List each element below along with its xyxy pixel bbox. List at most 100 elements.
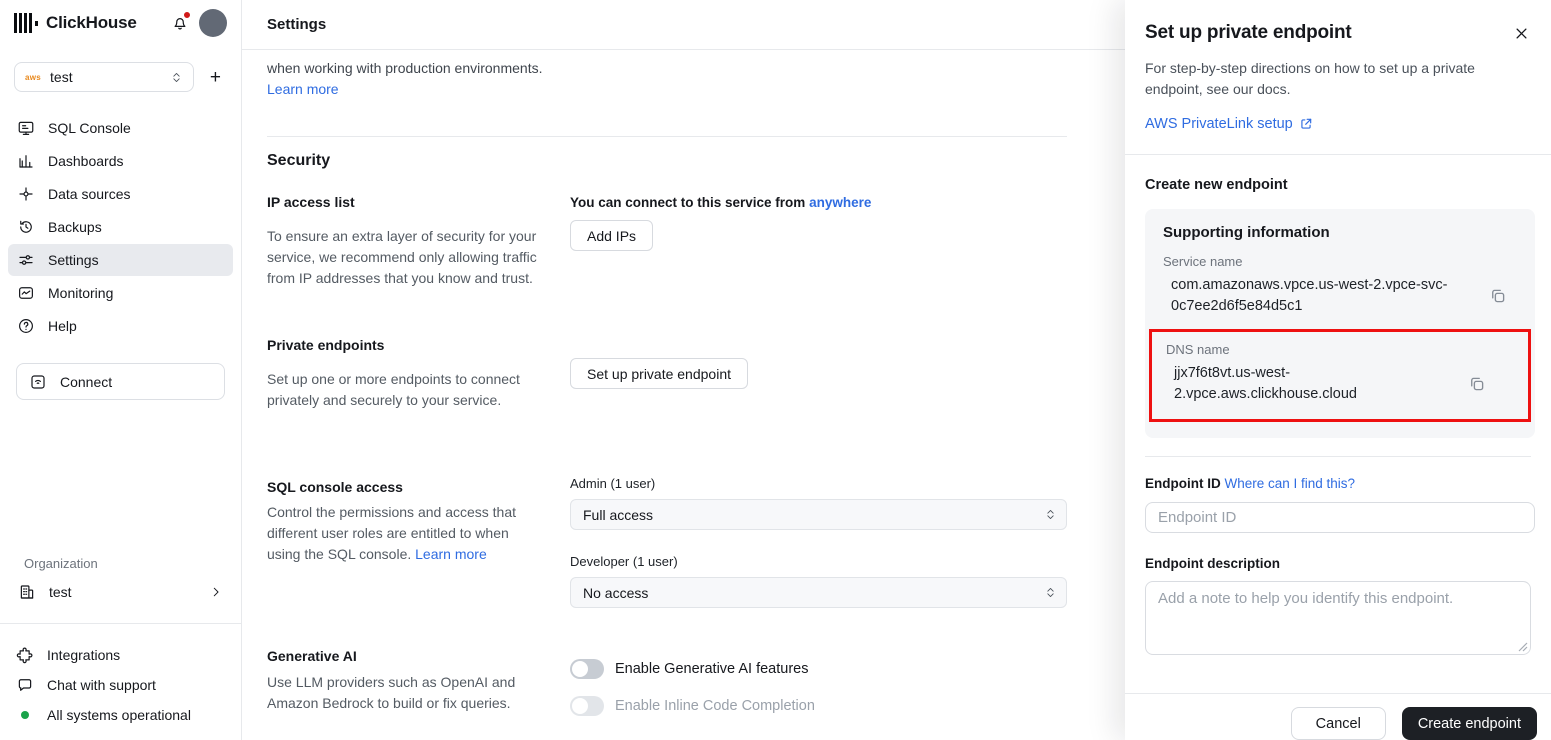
inline-completion-label: Enable Inline Code Completion bbox=[615, 698, 815, 714]
settings-scroll-area[interactable]: when working with production environment… bbox=[242, 50, 1125, 740]
chat-support-label: Chat with support bbox=[47, 677, 156, 693]
admin-access-select[interactable]: Full access bbox=[570, 499, 1067, 530]
brand-name: ClickHouse bbox=[46, 13, 137, 32]
monitoring-icon bbox=[19, 287, 33, 299]
endpoint-description-textarea[interactable] bbox=[1145, 581, 1531, 655]
endpoint-id-input[interactable] bbox=[1145, 502, 1535, 533]
sidebar-footer: Integrations Chat with support All syste… bbox=[0, 624, 241, 740]
admin-role-label: Admin (1 user) bbox=[570, 476, 656, 491]
section-divider bbox=[267, 136, 1067, 137]
service-name-value: com.amazonaws.vpce.us-west-2.vpce-svc-0c… bbox=[1171, 277, 1448, 314]
create-endpoint-button[interactable]: Create endpoint bbox=[1401, 707, 1537, 740]
aws-icon: aws bbox=[25, 72, 42, 82]
genai-features-toggle[interactable] bbox=[570, 659, 604, 679]
connect-from-text: You can connect to this service from any… bbox=[570, 195, 872, 210]
dashboards-icon bbox=[19, 155, 33, 168]
system-status-item[interactable]: All systems operational bbox=[16, 700, 225, 730]
setup-private-endpoint-button[interactable]: Set up private endpoint bbox=[570, 358, 748, 389]
sidebar-item-settings[interactable]: Settings bbox=[8, 244, 233, 276]
endpoint-description-label: Endpoint description bbox=[1145, 556, 1280, 571]
panel-description: For step-by-step directions on how to se… bbox=[1145, 60, 1475, 97]
organization-label: Organization bbox=[24, 556, 98, 571]
notifications-bell-icon[interactable] bbox=[171, 11, 191, 32]
chevron-updown-icon bbox=[173, 72, 180, 82]
service-selector[interactable]: aws test bbox=[14, 62, 194, 92]
developer-role-label: Developer (1 user) bbox=[570, 554, 678, 569]
cancel-button[interactable]: Cancel bbox=[1290, 707, 1386, 740]
anywhere-link[interactable]: anywhere bbox=[809, 195, 871, 210]
sidebar-item-data-sources[interactable]: Data sources bbox=[8, 178, 233, 210]
close-icon[interactable] bbox=[1512, 24, 1531, 43]
supporting-information-card: Supporting information Service name com.… bbox=[1145, 209, 1535, 438]
sidebar-item-label: Help bbox=[48, 318, 77, 334]
admin-access-value: Full access bbox=[583, 506, 654, 523]
sql-access-learn-more-link[interactable]: Learn more bbox=[415, 546, 487, 562]
chevron-updown-icon bbox=[1047, 510, 1054, 519]
data-sources-icon bbox=[19, 187, 33, 201]
panel-divider bbox=[1145, 456, 1531, 457]
ip-access-section: IP access list To ensure an extra layer … bbox=[267, 194, 1067, 289]
intro-paragraph: when working with production environment… bbox=[267, 60, 543, 97]
integrations-item[interactable]: Integrations bbox=[16, 640, 225, 670]
generative-ai-section: Generative AI Use LLM providers such as … bbox=[267, 648, 1067, 716]
add-service-button[interactable]: + bbox=[204, 66, 227, 89]
panel-title: Set up private endpoint bbox=[1145, 22, 1352, 43]
avatar[interactable] bbox=[199, 9, 227, 37]
add-ips-button[interactable]: Add IPs bbox=[570, 220, 654, 251]
private-endpoints-section: Private endpoints Set up one or more end… bbox=[267, 337, 1067, 411]
sidebar-nav: SQL Console Dashboards Data sources Back… bbox=[8, 112, 233, 343]
sidebar: ClickHouse aws test + SQL Console Dashbo… bbox=[0, 0, 242, 740]
genai-body: Use LLM providers such as OpenAI and Ama… bbox=[267, 674, 516, 711]
sidebar-item-sql-console[interactable]: SQL Console bbox=[8, 112, 233, 144]
genai-title: Generative AI bbox=[267, 648, 357, 664]
main-content: Settings when working with production en… bbox=[242, 0, 1125, 740]
organization-icon bbox=[20, 585, 34, 599]
sidebar-item-label: Monitoring bbox=[48, 285, 114, 301]
sql-console-icon bbox=[18, 121, 34, 135]
developer-access-value: No access bbox=[583, 584, 649, 601]
dns-name-highlight-box: DNS name jjx7f6t8vt.us-west-2.vpce.aws.c… bbox=[1149, 329, 1531, 422]
developer-access-select[interactable]: No access bbox=[570, 577, 1067, 608]
endpoint-id-label-row: Endpoint ID Where can I find this? bbox=[1145, 476, 1531, 491]
sidebar-item-label: Dashboards bbox=[48, 153, 124, 169]
sidebar-item-label: Backups bbox=[48, 219, 102, 235]
create-endpoint-heading: Create new endpoint bbox=[1145, 177, 1288, 193]
organization-row[interactable]: test bbox=[16, 583, 225, 601]
inline-completion-toggle[interactable] bbox=[570, 696, 604, 716]
sidebar-item-backups[interactable]: Backups bbox=[8, 211, 233, 243]
connect-icon bbox=[31, 374, 45, 389]
sidebar-item-monitoring[interactable]: Monitoring bbox=[8, 277, 233, 309]
integrations-label: Integrations bbox=[47, 647, 121, 663]
chat-support-item[interactable]: Chat with support bbox=[16, 670, 225, 700]
sidebar-item-label: Settings bbox=[48, 252, 99, 268]
ip-access-body: To ensure an extra layer of security for… bbox=[267, 228, 537, 286]
intro-learn-more-link[interactable]: Learn more bbox=[267, 81, 339, 97]
copy-icon[interactable] bbox=[1487, 285, 1509, 307]
dns-name-label: DNS name bbox=[1166, 342, 1230, 357]
sql-access-title: SQL console access bbox=[267, 479, 403, 495]
brand-row: ClickHouse bbox=[0, 0, 241, 46]
copy-icon[interactable] bbox=[1466, 373, 1488, 395]
docs-link-row[interactable]: AWS PrivateLink setup bbox=[1145, 116, 1531, 132]
clickhouse-logo-icon bbox=[14, 13, 38, 33]
panel-footer: Cancel Create endpoint bbox=[1125, 693, 1551, 740]
organization-name: test bbox=[49, 584, 72, 600]
notification-dot bbox=[183, 11, 191, 19]
connect-button[interactable]: Connect bbox=[16, 363, 225, 400]
chat-icon bbox=[18, 679, 32, 691]
sidebar-item-dashboards[interactable]: Dashboards bbox=[8, 145, 233, 177]
status-dot-icon bbox=[21, 711, 29, 719]
connect-button-label: Connect bbox=[60, 373, 113, 390]
aws-privatelink-link[interactable]: AWS PrivateLink setup bbox=[1145, 116, 1293, 132]
sidebar-item-label: Data sources bbox=[48, 186, 131, 202]
endpoint-id-help-link[interactable]: Where can I find this? bbox=[1225, 476, 1356, 491]
help-icon bbox=[19, 319, 33, 333]
system-status-label: All systems operational bbox=[47, 707, 191, 723]
dns-name-value: jjx7f6t8vt.us-west-2.vpce.aws.clickhouse… bbox=[1174, 365, 1357, 402]
external-link-icon bbox=[1301, 118, 1311, 129]
chevron-right-icon bbox=[213, 587, 219, 597]
setup-private-endpoint-panel: Set up private endpoint For step-by-step… bbox=[1125, 0, 1551, 740]
sidebar-item-help[interactable]: Help bbox=[8, 310, 233, 342]
security-heading: Security bbox=[267, 152, 331, 169]
chevron-updown-icon bbox=[1047, 588, 1054, 597]
